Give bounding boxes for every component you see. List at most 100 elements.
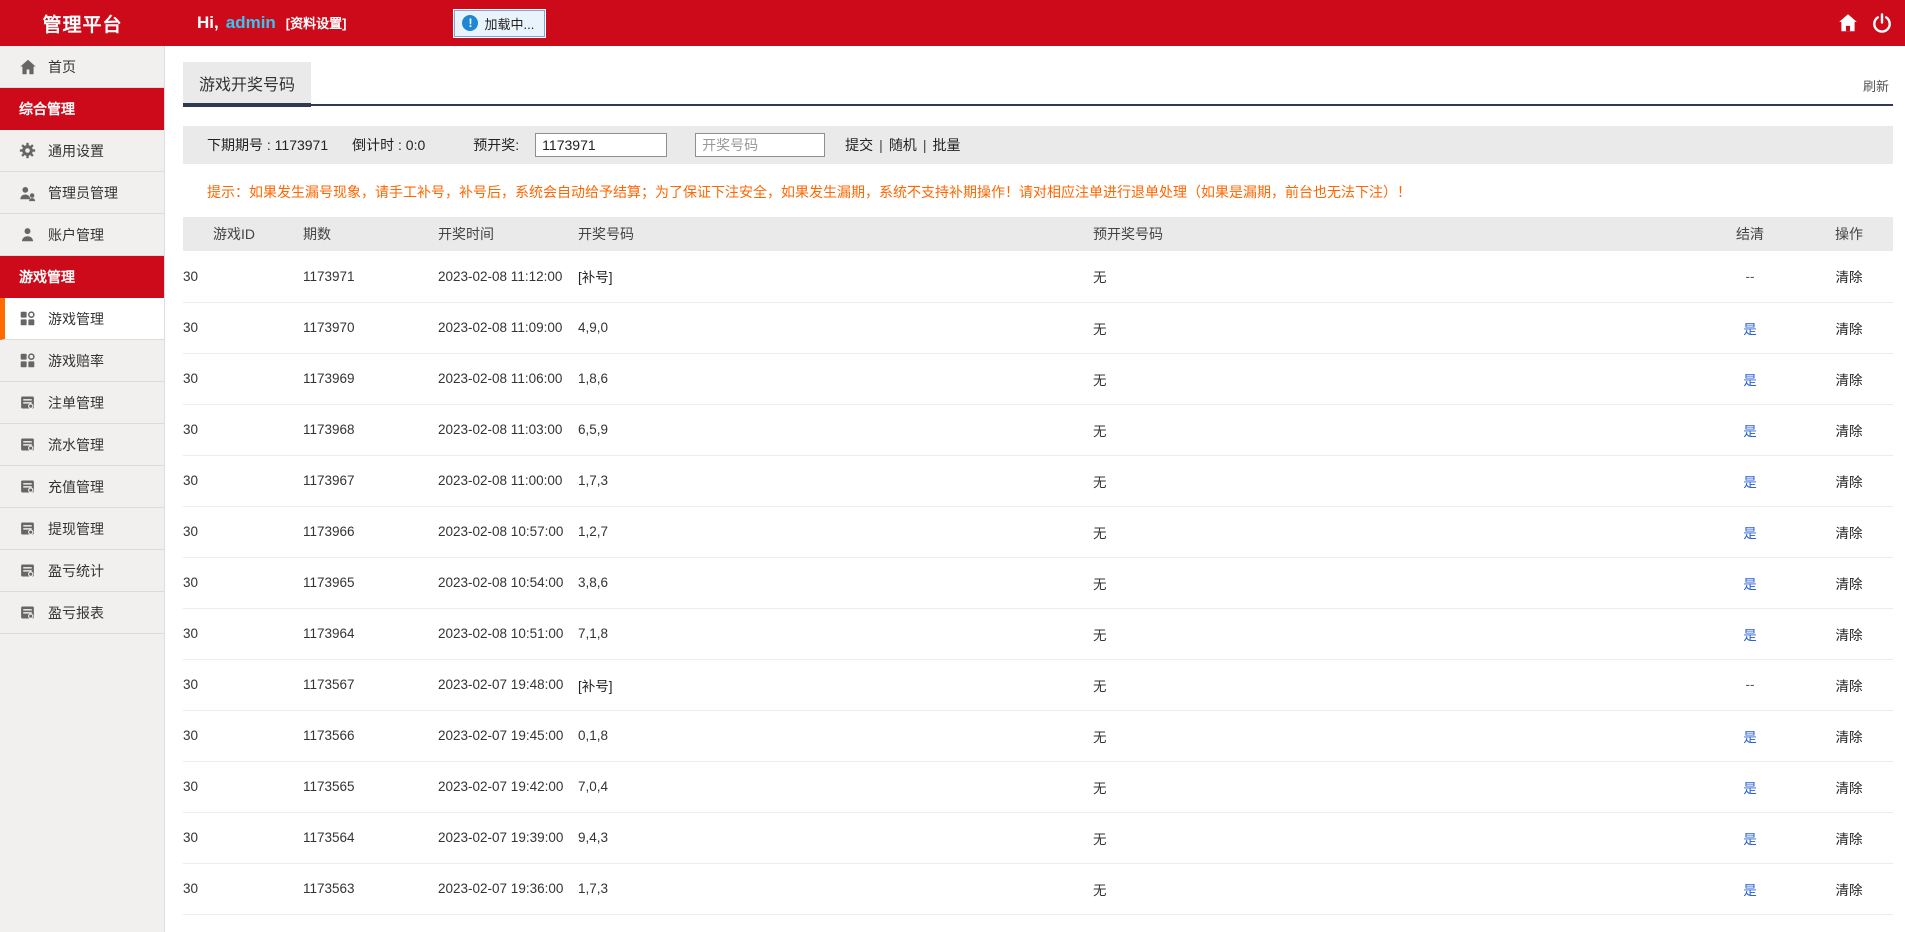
random-link[interactable]: 随机 <box>889 135 917 155</box>
issue-cell: 1173967 <box>303 473 355 488</box>
tab-game-draw-numbers[interactable]: 游戏开奖号码 <box>183 62 312 107</box>
issue-cell: 1173565 <box>303 779 355 794</box>
settled-link[interactable]: 是 <box>1743 424 1757 439</box>
refresh-link[interactable]: 刷新 <box>1863 76 1893 104</box>
makeup-number-link[interactable]: [补号] <box>578 679 613 694</box>
clear-link[interactable]: 清除 <box>1836 322 1863 337</box>
grid-icon <box>19 310 37 328</box>
game-id-cell: 30 <box>183 677 199 692</box>
column-header: 结清 <box>1695 217 1805 251</box>
clear-link[interactable]: 清除 <box>1836 475 1863 490</box>
settled-link[interactable]: 是 <box>1743 832 1757 847</box>
sidebar-item-withdraw-management[interactable]: 提现管理 <box>0 508 164 550</box>
submit-link[interactable]: 提交 <box>845 135 873 155</box>
clear-link[interactable]: 清除 <box>1836 628 1863 643</box>
draw-numbers-cell: 4,9,0 <box>578 320 609 335</box>
draw-time-cell: 2023-02-07 19:36:00 <box>438 881 564 896</box>
game-id-cell: 30 <box>183 779 199 794</box>
table-row: 30 1173564 2023-02-07 19:39:00 9,4,3 无 是 清除 <box>183 812 1893 864</box>
table-row: 30 1173967 2023-02-08 11:00:00 1,7,3 无 是 清除 <box>183 455 1893 507</box>
column-header: 预开奖号码 <box>1093 217 1695 251</box>
issue-cell: 1173968 <box>303 422 355 437</box>
clear-link[interactable]: 清除 <box>1836 577 1863 592</box>
sidebar-item-label: 管理员管理 <box>48 184 118 201</box>
table-row: 30 1173965 2023-02-08 10:54:00 3,8,6 无 是 清除 <box>183 557 1893 609</box>
profile-settings-link[interactable]: [资料设置] <box>286 13 347 32</box>
clear-link[interactable]: 清除 <box>1836 832 1863 847</box>
settled-link[interactable]: 是 <box>1743 577 1757 592</box>
sidebar-item-label: 提现管理 <box>48 520 104 537</box>
draw-time-cell: 2023-02-07 19:45:00 <box>438 728 564 743</box>
draw-number-input[interactable] <box>695 133 826 157</box>
draw-numbers-cell: 9,4,3 <box>578 830 609 845</box>
draw-time-cell: 2023-02-08 10:57:00 <box>438 524 564 539</box>
sidebar-item-admin-management[interactable]: 管理员管理 <box>0 172 164 214</box>
table-header-row: 游戏ID 期数 开奖时间 开奖号码 预开奖号码 结清 操作 <box>183 217 1893 251</box>
settled-link[interactable]: 是 <box>1743 475 1757 490</box>
predraw-numbers-cell: 无 <box>1093 270 1107 286</box>
draw-numbers-cell: 0,1,8 <box>578 728 609 743</box>
game-id-cell: 30 <box>183 422 199 437</box>
sidebar-item-label: 游戏赔率 <box>48 352 104 369</box>
issue-cell: 1173964 <box>303 626 355 641</box>
sidebar-item-profit-report[interactable]: 盈亏报表 <box>0 592 164 634</box>
sidebar-item-account-management[interactable]: 账户管理 <box>0 214 164 256</box>
draw-numbers-cell: 7,1,8 <box>578 626 609 641</box>
settled-link[interactable]: 是 <box>1743 730 1757 745</box>
predraw-numbers-cell: 无 <box>1093 627 1107 643</box>
settled-link[interactable]: 是 <box>1743 526 1757 541</box>
predraw-numbers-cell: 无 <box>1093 576 1107 592</box>
sidebar-section-game-management[interactable]: 游戏管理 <box>0 256 164 298</box>
app-header: 管理平台 Hi, admin [资料设置] 加载中... <box>0 0 1905 46</box>
clear-link[interactable]: 清除 <box>1836 730 1863 745</box>
settled-link[interactable]: 是 <box>1743 781 1757 796</box>
settled-link[interactable]: 是 <box>1743 883 1757 898</box>
draw-form: 下期期号 : 1173971 倒计时 : 0:0 预开奖: 提交 | 随机 | … <box>183 126 1893 164</box>
power-icon[interactable] <box>1871 12 1893 34</box>
predraw-numbers-cell: 无 <box>1093 525 1107 541</box>
clear-link[interactable]: 清除 <box>1836 373 1863 388</box>
game-id-cell: 30 <box>183 830 199 845</box>
sidebar-item-label: 注单管理 <box>48 394 104 411</box>
settled-link[interactable]: 是 <box>1743 322 1757 337</box>
draw-numbers-cell: 6,5,9 <box>578 422 609 437</box>
sidebar-item-recharge-management[interactable]: 充值管理 <box>0 466 164 508</box>
clear-link[interactable]: 清除 <box>1836 679 1863 694</box>
sidebar-item-label: 盈亏统计 <box>48 562 104 579</box>
loading-text: 加载中... <box>484 16 535 32</box>
clear-link[interactable]: 清除 <box>1836 270 1863 285</box>
batch-link[interactable]: 批量 <box>932 135 960 155</box>
sidebar-item-bet-management[interactable]: 注单管理 <box>0 382 164 424</box>
column-header: 游戏ID <box>183 217 303 251</box>
draw-table: 游戏ID 期数 开奖时间 开奖号码 预开奖号码 结清 操作 30 1173971 2023-02… <box>183 217 1893 915</box>
issue-input[interactable] <box>535 133 668 157</box>
settled-link[interactable]: 是 <box>1743 628 1757 643</box>
makeup-number-link[interactable]: [补号] <box>578 270 613 285</box>
draw-numbers-cell: 1,7,3 <box>578 473 609 488</box>
form-actions: 提交 | 随机 | 批量 <box>845 135 960 155</box>
game-id-cell: 30 <box>183 728 199 743</box>
predraw-numbers-cell: 无 <box>1093 321 1107 337</box>
user-greeting: Hi, admin [资料设置] <box>197 13 346 33</box>
sidebar-item-turnover-management[interactable]: 流水管理 <box>0 424 164 466</box>
user-icon <box>19 226 37 244</box>
sidebar-item-game-odds[interactable]: 游戏赔率 <box>0 340 164 382</box>
home-icon[interactable] <box>1837 12 1859 34</box>
sidebar-item-label: 流水管理 <box>48 436 104 453</box>
draw-time-cell: 2023-02-07 19:42:00 <box>438 779 564 794</box>
clear-link[interactable]: 清除 <box>1836 424 1863 439</box>
predraw-numbers-cell: 无 <box>1093 474 1107 490</box>
issue-cell: 1173969 <box>303 371 355 386</box>
sidebar-item-label: 充值管理 <box>48 478 104 495</box>
predraw-numbers-cell: 无 <box>1093 882 1107 898</box>
sidebar-item-general-settings[interactable]: 通用设置 <box>0 130 164 172</box>
settled-link[interactable]: 是 <box>1743 373 1757 388</box>
sidebar-item-home[interactable]: 首页 <box>0 46 164 88</box>
sidebar-item-label: 游戏管理 <box>48 310 104 327</box>
sidebar-item-profit-statistics[interactable]: 盈亏统计 <box>0 550 164 592</box>
clear-link[interactable]: 清除 <box>1836 883 1863 898</box>
sidebar-item-game-management[interactable]: 游戏管理 <box>0 298 164 340</box>
sidebar-section-general-management[interactable]: 综合管理 <box>0 88 164 130</box>
clear-link[interactable]: 清除 <box>1836 781 1863 796</box>
clear-link[interactable]: 清除 <box>1836 526 1863 541</box>
